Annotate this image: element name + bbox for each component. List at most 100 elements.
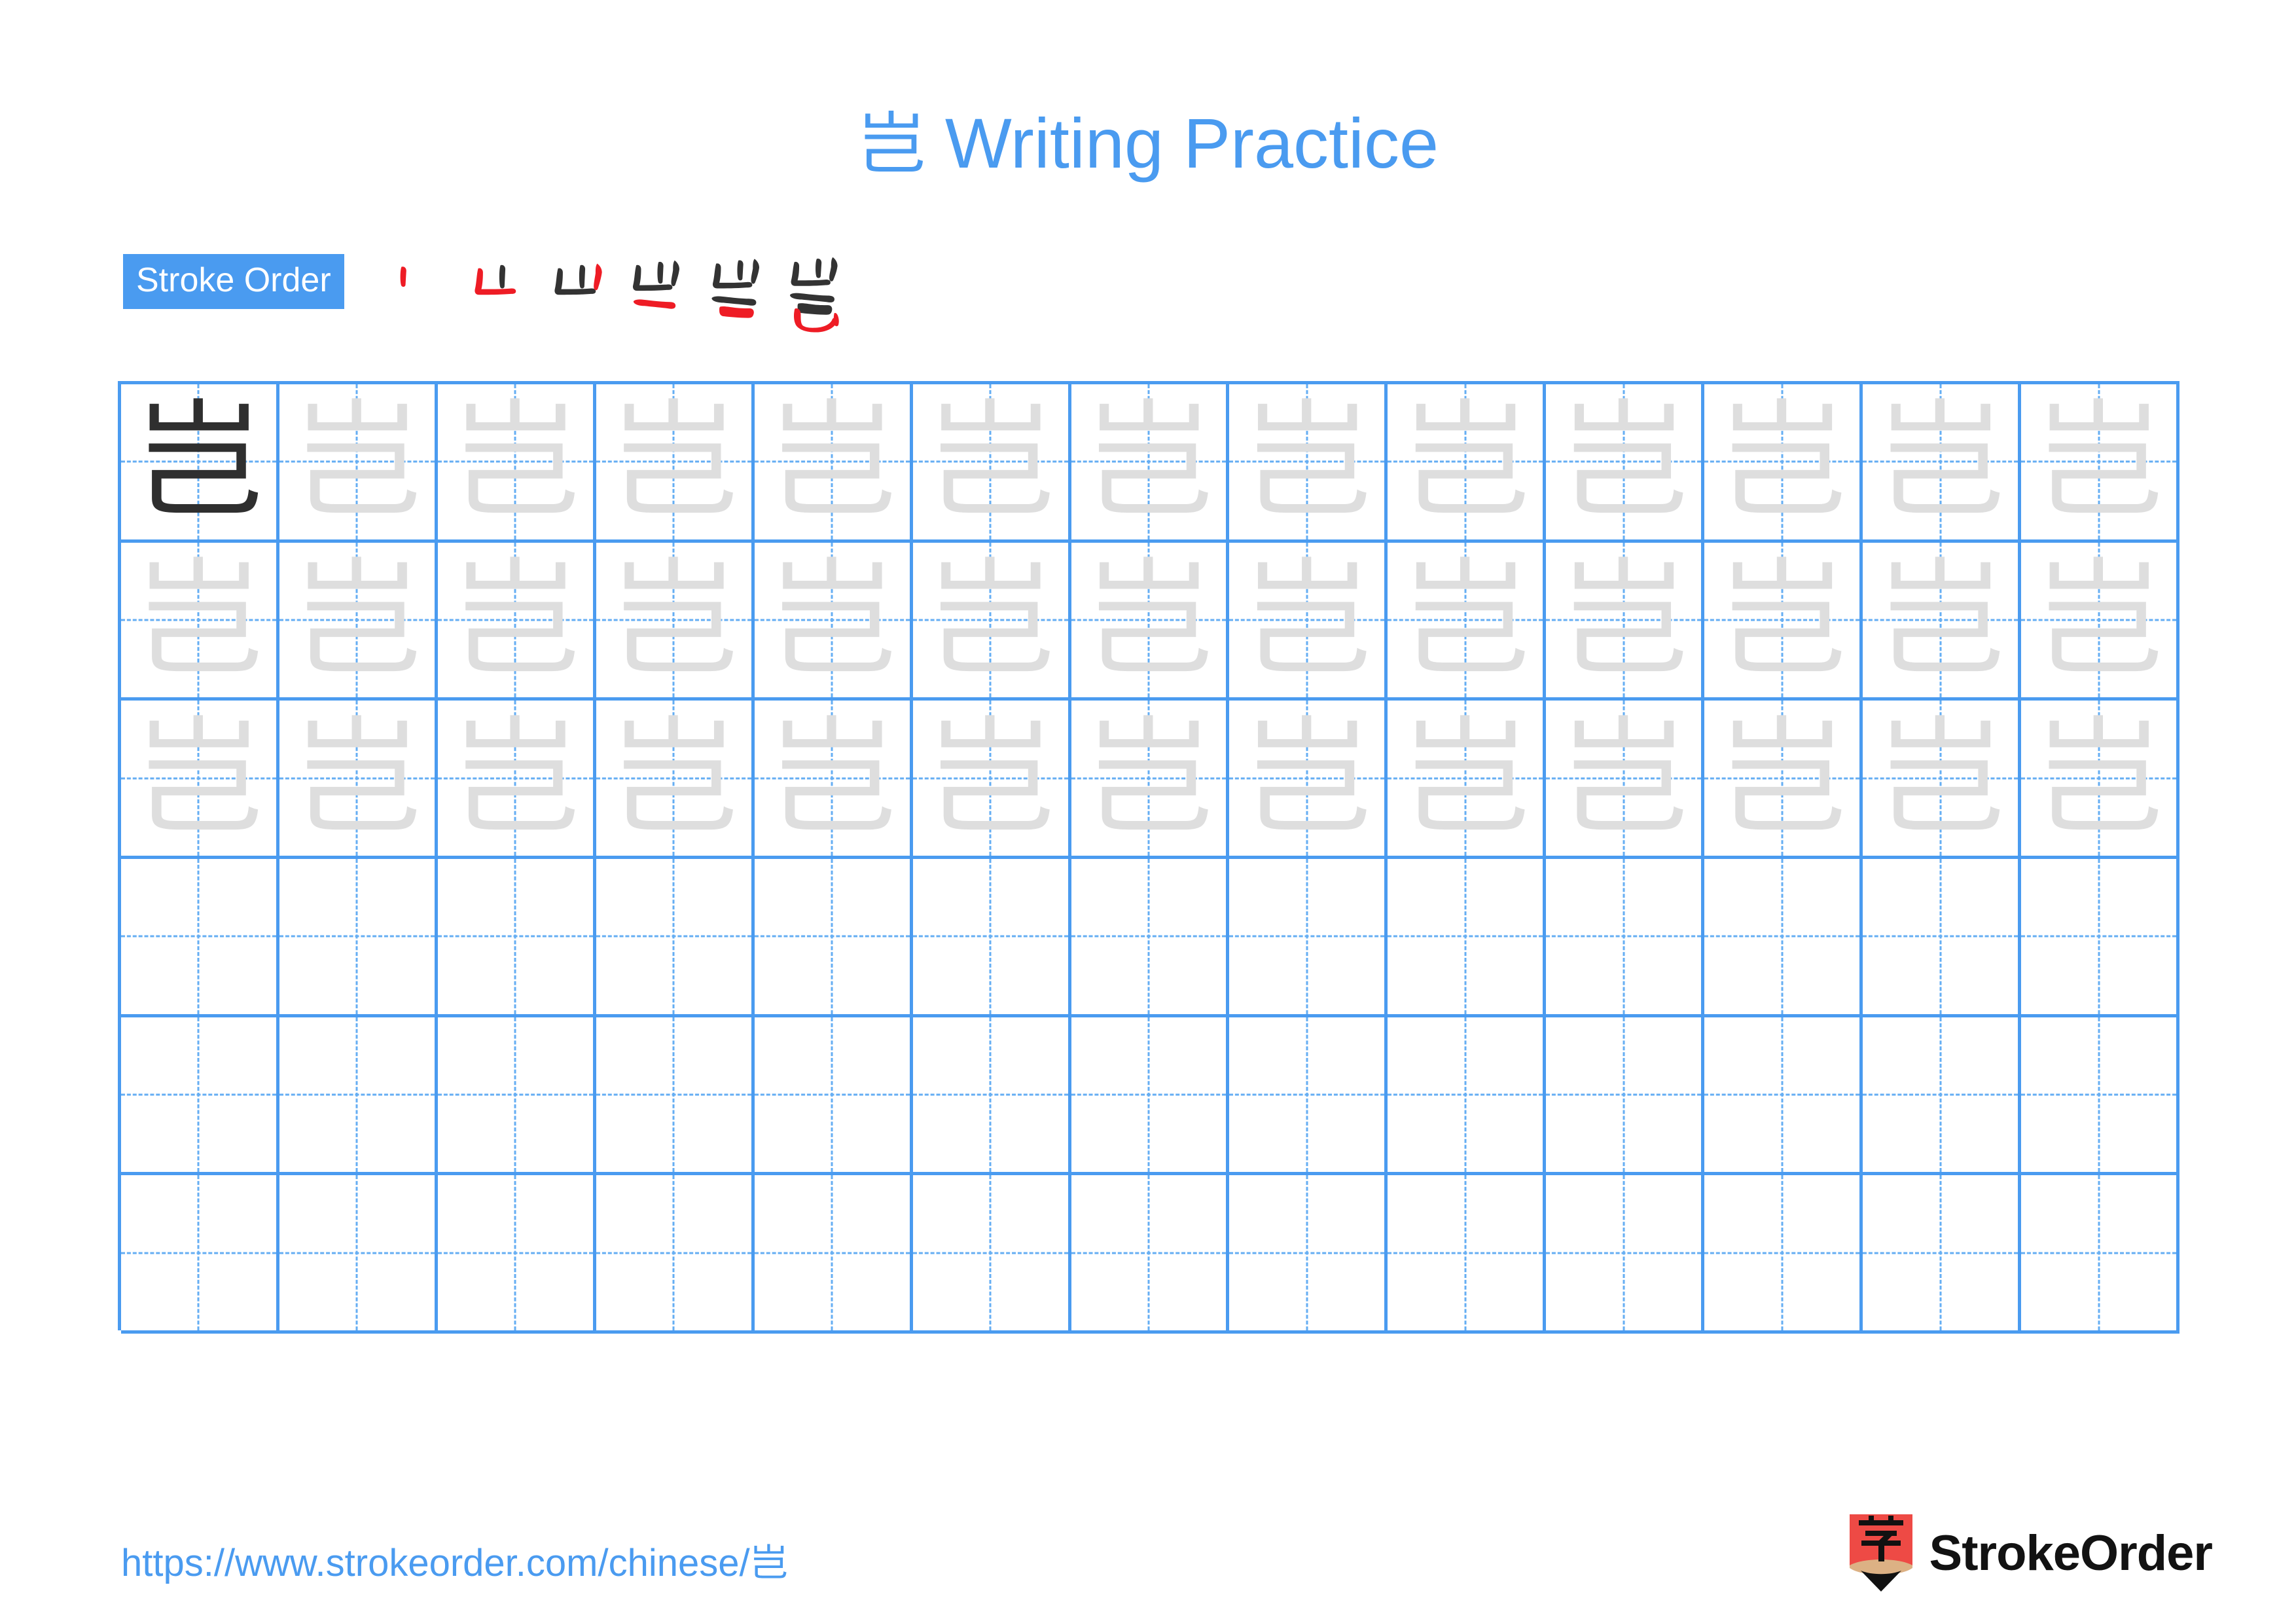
practice-cell[interactable]: 岂: [1704, 701, 1863, 859]
practice-cell[interactable]: [1704, 1175, 1863, 1334]
practice-cell[interactable]: 岂: [912, 542, 1071, 701]
practice-cell[interactable]: 岂: [596, 384, 755, 543]
practice-cell[interactable]: [596, 1175, 755, 1334]
practice-cell[interactable]: 岂: [1071, 701, 1230, 859]
practice-cell[interactable]: 岂: [754, 384, 913, 543]
stroke-glyph-step-3: [554, 263, 602, 295]
practice-cell[interactable]: [912, 1017, 1071, 1176]
trace-character: 岂: [926, 387, 1055, 537]
practice-cell[interactable]: [437, 1017, 596, 1176]
practice-cell[interactable]: [279, 858, 438, 1017]
practice-cell[interactable]: [437, 858, 596, 1017]
cell-horizontal-guide: [279, 935, 435, 938]
practice-cell[interactable]: [1388, 1017, 1547, 1176]
practice-cell[interactable]: 岂: [1863, 542, 2022, 701]
practice-cell[interactable]: 岂: [754, 542, 913, 701]
trace-character: 岂: [451, 545, 580, 695]
practice-cell[interactable]: 岂: [2021, 384, 2179, 543]
practice-cell[interactable]: 岂: [1546, 701, 1705, 859]
trace-character: 岂: [293, 703, 422, 853]
practice-cell[interactable]: [754, 1017, 913, 1176]
practice-cell[interactable]: 岂: [1229, 542, 1388, 701]
trace-character: 岂: [134, 545, 263, 695]
cell-horizontal-guide: [1071, 1093, 1227, 1096]
practice-cell[interactable]: [1071, 858, 1230, 1017]
practice-cell[interactable]: [1388, 858, 1547, 1017]
practice-cell[interactable]: [121, 1175, 279, 1334]
practice-cell[interactable]: [2021, 1175, 2179, 1334]
practice-cell[interactable]: 岂: [1071, 542, 1230, 701]
practice-cell[interactable]: [1546, 1017, 1705, 1176]
footer-url[interactable]: https://www.strokeorder.com/chinese/岂: [121, 1532, 788, 1587]
practice-cell[interactable]: 岂: [1863, 384, 2022, 543]
practice-cell[interactable]: [912, 1175, 1071, 1334]
practice-cell[interactable]: 岂: [437, 701, 596, 859]
practice-cell[interactable]: [1863, 1017, 2022, 1176]
practice-cell[interactable]: [1229, 1175, 1388, 1334]
stroke-glyph-step-6: [789, 257, 839, 333]
practice-cell[interactable]: 岂: [279, 701, 438, 859]
trace-character: 岂: [768, 703, 897, 853]
model-character: 岂: [134, 387, 263, 537]
trace-character: 岂: [1401, 387, 1530, 537]
practice-cell[interactable]: 岂: [121, 384, 279, 543]
practice-cell[interactable]: [1071, 1017, 1230, 1176]
practice-cell[interactable]: 岂: [1546, 384, 1705, 543]
practice-cell[interactable]: 岂: [1229, 384, 1388, 543]
practice-cell[interactable]: [1229, 1017, 1388, 1176]
practice-cell[interactable]: 岂: [121, 701, 279, 859]
practice-cell[interactable]: 岂: [1704, 384, 1863, 543]
practice-cell[interactable]: [121, 858, 279, 1017]
practice-cell[interactable]: [596, 1017, 755, 1176]
practice-cell[interactable]: [912, 858, 1071, 1017]
practice-cell[interactable]: 岂: [121, 542, 279, 701]
practice-cell[interactable]: 岂: [912, 384, 1071, 543]
practice-cell[interactable]: [121, 1017, 279, 1176]
practice-cell[interactable]: [279, 1175, 438, 1334]
practice-cell[interactable]: 岂: [1388, 701, 1547, 859]
cell-horizontal-guide: [1229, 1252, 1385, 1254]
practice-cell[interactable]: [2021, 858, 2179, 1017]
practice-cell[interactable]: 岂: [1863, 701, 2022, 859]
practice-cell[interactable]: [1863, 1175, 2022, 1334]
practice-cell[interactable]: [1863, 858, 2022, 1017]
practice-cell[interactable]: 岂: [1704, 542, 1863, 701]
stroke-glyph-step-2: [475, 264, 516, 295]
practice-cell[interactable]: [596, 858, 755, 1017]
practice-cell[interactable]: [2021, 1017, 2179, 1176]
practice-cell[interactable]: [1546, 1175, 1705, 1334]
practice-cell[interactable]: [754, 1175, 913, 1334]
practice-cell[interactable]: 岂: [596, 701, 755, 859]
trace-character: 岂: [293, 545, 422, 695]
trace-character: 岂: [1242, 703, 1371, 853]
practice-cell[interactable]: 岂: [437, 384, 596, 543]
trace-character: 岂: [1876, 545, 2005, 695]
practice-cell[interactable]: 岂: [754, 701, 913, 859]
practice-cell[interactable]: [437, 1175, 596, 1334]
practice-cell[interactable]: 岂: [1388, 384, 1547, 543]
practice-cell[interactable]: [1704, 1017, 1863, 1176]
practice-cell[interactable]: [1388, 1175, 1547, 1334]
practice-cell[interactable]: 岂: [596, 542, 755, 701]
practice-cell[interactable]: 岂: [1546, 542, 1705, 701]
practice-cell[interactable]: [1229, 858, 1388, 1017]
practice-cell[interactable]: 岂: [437, 542, 596, 701]
practice-cell[interactable]: 岂: [912, 701, 1071, 859]
practice-cell[interactable]: 岂: [1229, 701, 1388, 859]
practice-cell[interactable]: 岂: [2021, 701, 2179, 859]
practice-cell[interactable]: 岂: [1071, 384, 1230, 543]
trace-character: 岂: [2034, 387, 2163, 537]
practice-cell[interactable]: [1704, 858, 1863, 1017]
trace-character: 岂: [1559, 545, 1688, 695]
strokeorder-pencil-logo-icon: [1849, 1514, 1912, 1592]
practice-cell[interactable]: 岂: [2021, 542, 2179, 701]
practice-cell[interactable]: 岂: [1388, 542, 1547, 701]
practice-cell[interactable]: [1071, 1175, 1230, 1334]
cell-horizontal-guide: [754, 1093, 910, 1096]
practice-cell[interactable]: [279, 1017, 438, 1176]
practice-cell[interactable]: 岂: [279, 542, 438, 701]
practice-cell[interactable]: [1546, 858, 1705, 1017]
cell-horizontal-guide: [912, 1252, 1068, 1254]
practice-cell[interactable]: 岂: [279, 384, 438, 543]
practice-cell[interactable]: [754, 858, 913, 1017]
